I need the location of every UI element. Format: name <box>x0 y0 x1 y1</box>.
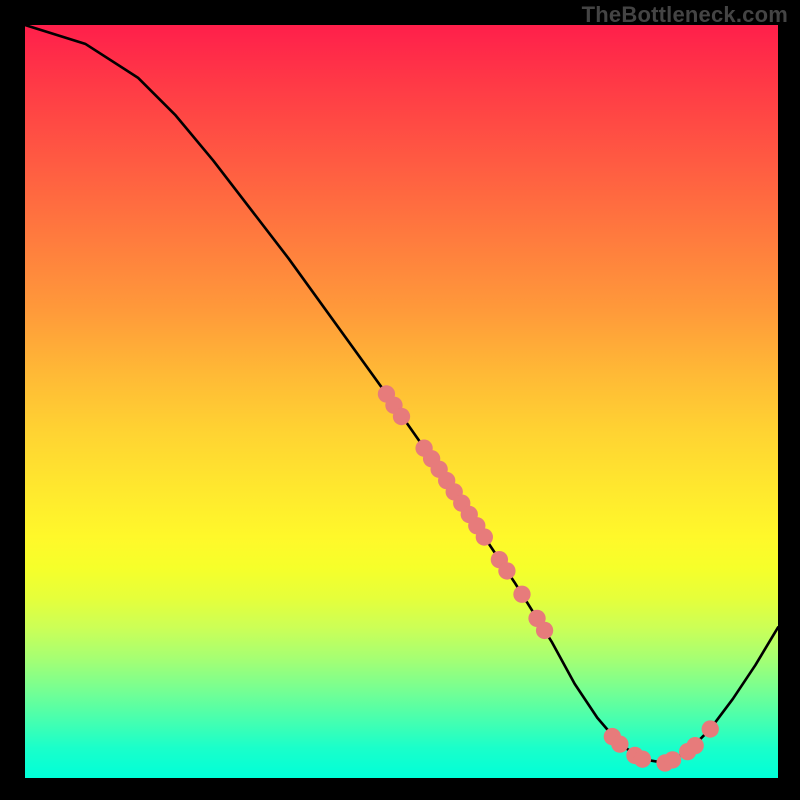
data-marker <box>393 408 410 425</box>
data-marker <box>498 562 515 579</box>
chart-container: TheBottleneck.com <box>0 0 800 800</box>
data-marker <box>702 720 719 737</box>
chart-svg <box>25 25 778 778</box>
data-marker <box>634 751 651 768</box>
data-marker <box>476 528 493 545</box>
branding-label: TheBottleneck.com <box>582 2 788 28</box>
data-marker <box>687 737 704 754</box>
data-marker <box>664 751 681 768</box>
bottleneck-curve <box>25 25 778 763</box>
data-marker <box>536 622 553 639</box>
plot-area <box>25 25 778 778</box>
data-marker <box>513 586 530 603</box>
markers-group <box>378 385 719 771</box>
data-marker <box>611 735 628 752</box>
